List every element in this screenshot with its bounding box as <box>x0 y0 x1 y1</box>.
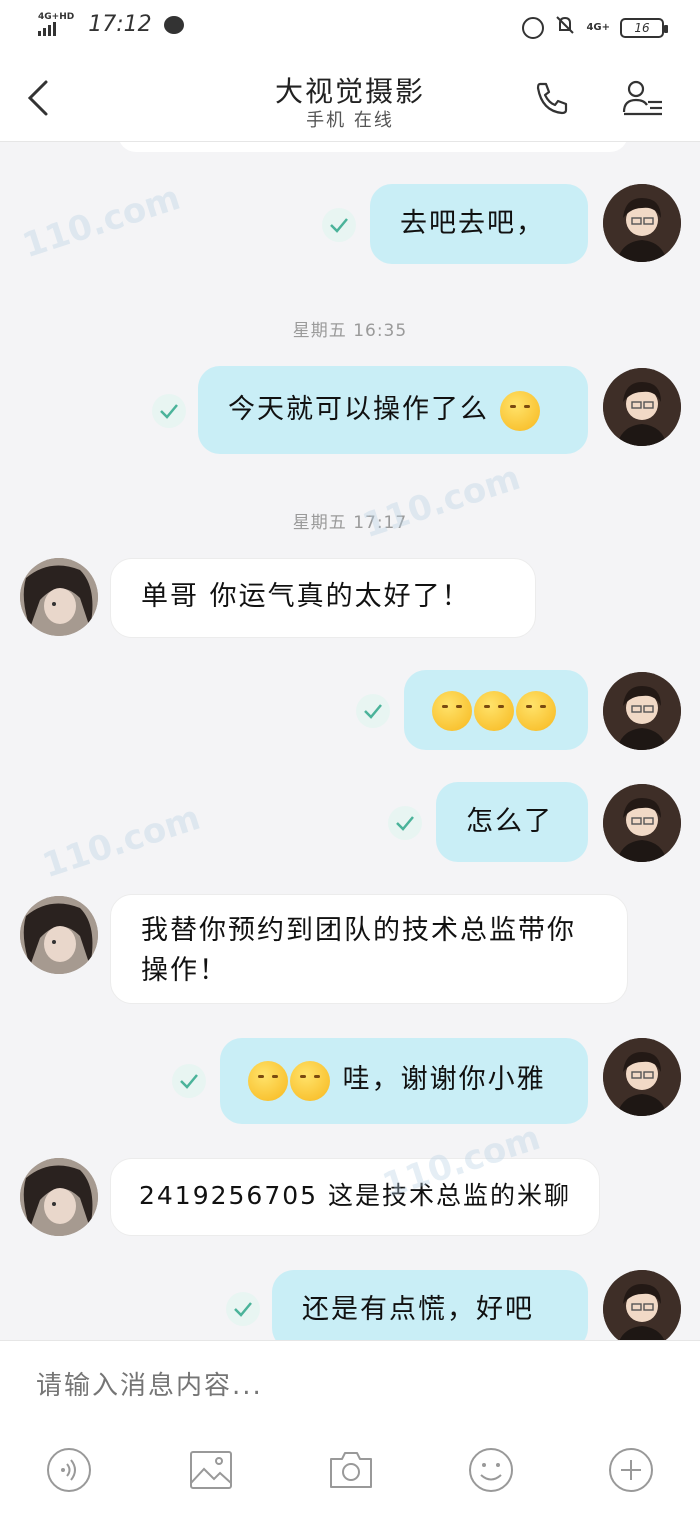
message-bubble-in[interactable]: 我替你预约到团队的技术总监带你操作！ <box>110 894 628 1004</box>
self-avatar[interactable] <box>603 368 681 446</box>
emoji-icon <box>469 1448 513 1492</box>
yawn-emoji-icon <box>290 1060 330 1101</box>
self-avatar[interactable] <box>603 672 681 750</box>
contact-avatar[interactable] <box>20 1158 98 1236</box>
battery-icon: 16 <box>620 17 668 38</box>
self-avatar[interactable] <box>603 184 681 262</box>
message-bubble-out[interactable]: 还是有点慌，好吧 <box>272 1270 588 1340</box>
network-type-right: 4G+ <box>586 22 610 33</box>
phone-icon <box>536 82 568 115</box>
message-text: 我替你预约到团队的技术总监带你操作！ <box>141 915 576 986</box>
user-settings-icon <box>622 80 662 116</box>
signal-icon <box>38 22 74 36</box>
kiss-emoji-icon <box>499 390 540 431</box>
self-avatar[interactable] <box>603 784 681 862</box>
status-time: 17:12 <box>88 12 152 37</box>
timestamp: 星期五 16:35 <box>292 321 408 341</box>
network-type-label: 4G+HD <box>38 12 75 22</box>
self-avatar[interactable] <box>603 1270 681 1340</box>
plus-icon <box>609 1448 653 1492</box>
read-check-icon <box>172 1064 206 1098</box>
message-bubble-out[interactable] <box>404 670 588 750</box>
alarm-icon <box>522 16 545 39</box>
message-notification-icon <box>163 15 184 34</box>
emoji-button[interactable] <box>468 1447 514 1493</box>
shush-emoji-icon <box>474 690 514 731</box>
self-avatar[interactable] <box>603 1038 681 1116</box>
message-bubble-out[interactable]: 去吧去吧， <box>370 184 588 264</box>
read-check-icon <box>388 806 422 840</box>
message-input[interactable] <box>36 1361 656 1411</box>
contact-avatar[interactable] <box>20 896 98 974</box>
timestamp: 星期五 17:17 <box>292 513 408 533</box>
image-button[interactable] <box>188 1447 234 1493</box>
message-text: 今天就可以操作了么 <box>228 394 489 425</box>
watermark: 110.com <box>38 798 205 886</box>
yawn-emoji-icon <box>248 1060 288 1101</box>
read-check-icon <box>356 694 390 728</box>
shush-emoji-icon <box>516 690 556 731</box>
battery-level: 16 <box>634 20 650 35</box>
message-text: 怎么了 <box>466 806 553 837</box>
read-check-icon <box>226 1292 260 1326</box>
read-check-icon <box>152 394 186 428</box>
watermark-text: 110.com <box>37 797 206 887</box>
status-right: 4G+ 16 <box>522 14 668 41</box>
message-list[interactable]: 去吧去吧， 星期五 16:35 今天就可以操作了么 星期五 17:17 单哥 你… <box>0 142 700 1340</box>
camera-button[interactable] <box>328 1447 374 1493</box>
message-bubble-out[interactable]: 怎么了 <box>436 782 588 862</box>
message-bubble-partial <box>118 142 628 152</box>
message-text: 还是有点慌，好吧 <box>302 1294 534 1325</box>
chat-header: 大视觉摄影 手机 在线 <box>0 56 700 142</box>
contact-avatar[interactable] <box>20 558 98 636</box>
message-text: 单哥 你运气真的太好了！ <box>141 581 471 612</box>
message-text: 去吧去吧， <box>400 208 545 239</box>
online-status: 手机 在线 <box>306 110 394 131</box>
call-button[interactable] <box>532 78 572 118</box>
camera-icon <box>330 1452 372 1488</box>
status-left: 4G+HD 17:12 <box>38 12 184 37</box>
voice-button[interactable] <box>46 1447 92 1493</box>
message-bubble-in[interactable]: 2419256705 这是技术总监的米聊 <box>110 1158 600 1236</box>
input-area <box>0 1340 700 1517</box>
message-text: 2419256705 这是技术总监的米聊 <box>139 1181 572 1210</box>
message-bubble-in[interactable]: 单哥 你运气真的太好了！ <box>110 558 536 638</box>
image-icon <box>190 1451 232 1489</box>
shush-emoji-icon <box>432 690 472 731</box>
message-text: 哇，谢谢你小雅 <box>342 1064 546 1095</box>
message-bubble-out[interactable]: 哇，谢谢你小雅 <box>220 1038 588 1124</box>
watermark-text: 110.com <box>17 177 186 267</box>
profile-button[interactable] <box>622 78 664 118</box>
message-bubble-out[interactable]: 今天就可以操作了么 <box>198 366 588 454</box>
more-button[interactable] <box>608 1447 654 1493</box>
status-bar: 4G+HD 17:12 4G+ 16 <box>0 0 700 56</box>
watermark: 110.com <box>18 178 185 266</box>
mute-icon <box>554 14 576 41</box>
voice-icon <box>47 1448 91 1492</box>
read-check-icon <box>322 208 356 242</box>
chat-title: 大视觉摄影 <box>274 75 425 108</box>
